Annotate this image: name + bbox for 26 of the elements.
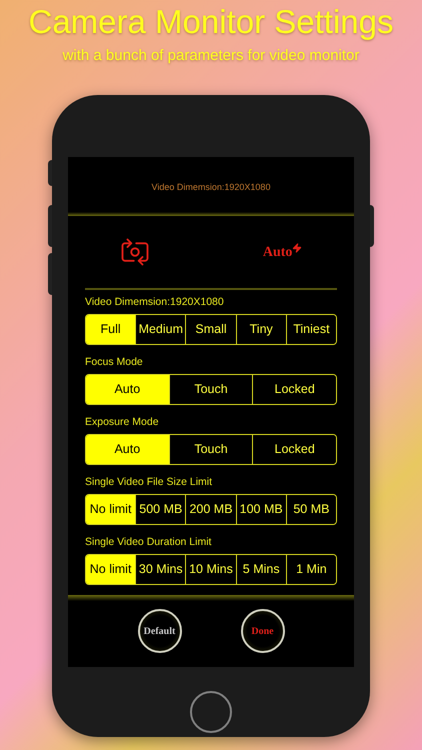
segment-option[interactable]: Locked — [252, 435, 336, 464]
segment-option[interactable]: 30 Mins — [135, 555, 186, 584]
segment-option[interactable]: Auto — [86, 375, 169, 404]
segment-option[interactable]: No limit — [86, 555, 136, 584]
page-subtitle: with a bunch of parameters for video monitor — [62, 47, 360, 65]
setting-label: Video Dimemsion:1920X1080 — [85, 296, 225, 309]
home-button[interactable] — [190, 691, 232, 733]
segment-option[interactable]: No limit — [86, 495, 136, 524]
setting-label: Single Video File Size Limit — [85, 476, 214, 489]
segment-option[interactable]: 1 Min — [286, 555, 336, 584]
done-button[interactable]: Done — [240, 609, 284, 653]
dimension-caption: Video Dimemsion:1920X1080 — [152, 181, 270, 194]
switch-camera-icon[interactable] — [120, 237, 150, 267]
flash-icon — [292, 242, 302, 254]
flash-mode-label[interactable]: Auto — [262, 242, 292, 262]
segment-option[interactable]: Full — [86, 315, 136, 344]
segment-option[interactable]: Locked — [252, 375, 336, 404]
page-title: Camera Monitor Settings — [28, 2, 394, 42]
segment-option[interactable]: Medium — [135, 315, 186, 344]
default-button[interactable]: Default — [138, 609, 182, 653]
segment-option[interactable]: Tiniest — [286, 315, 336, 344]
setting-label: Single Video Duration Limit — [85, 536, 212, 549]
segment-option[interactable]: Auto — [86, 435, 169, 464]
setting-label: Focus Mode — [85, 356, 144, 369]
segment-option[interactable]: 50 MB — [286, 495, 336, 524]
setting-label: Exposure Mode — [85, 416, 160, 429]
